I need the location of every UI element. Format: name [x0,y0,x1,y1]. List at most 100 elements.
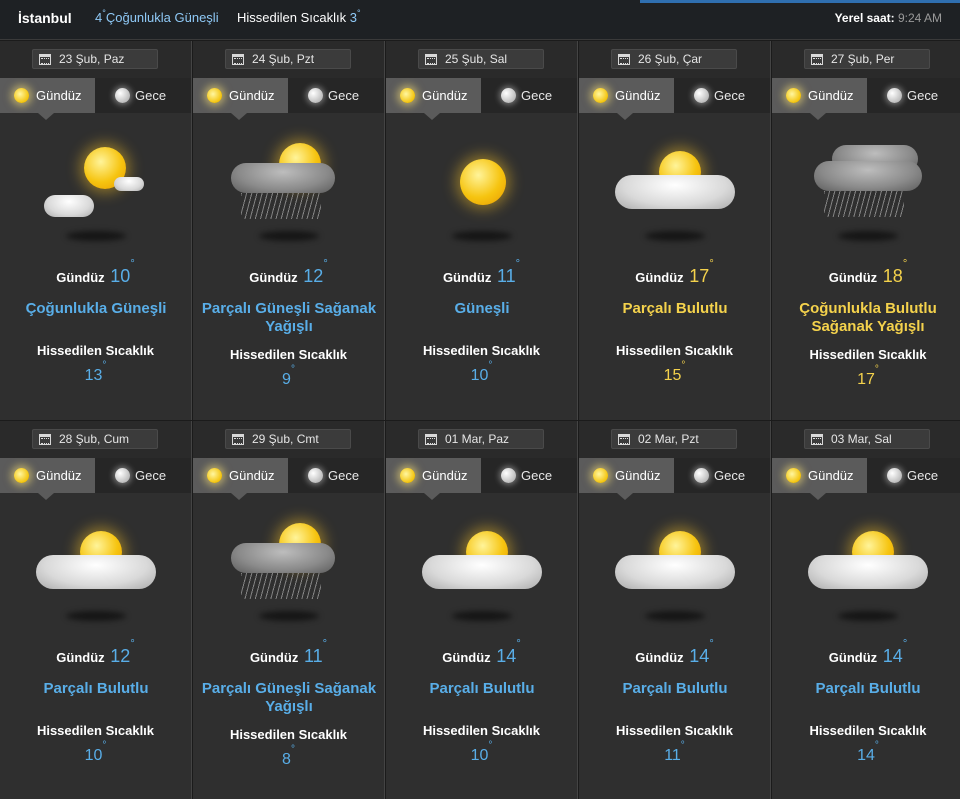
day-night-tabs: Gündüz Gece [579,78,770,120]
tab-night-label: Gece [328,468,360,483]
icon-shadow [645,231,705,241]
temperature-value: 17° [689,258,713,286]
tab-daytime[interactable]: Gündüz [386,78,481,113]
day-night-tabs: Gündüz Gece [0,78,191,120]
date-selector[interactable]: 24 Şub, Pzt [225,49,351,69]
active-tab-pointer [38,113,54,120]
degree-symbol: ° [680,740,685,751]
forecast-card: 25 Şub, Sal Gündüz Gece Gündüz 11° Güneş… [386,41,578,420]
date-selector[interactable]: 28 Şub, Cum [32,429,158,449]
active-tab-pointer [231,113,247,120]
moon-icon [501,468,516,483]
tab-night-label: Gece [907,468,939,483]
date-selector[interactable]: 26 Şub, Çar [611,49,737,69]
temperature-value: 11° [304,638,327,666]
sun-icon [400,88,415,103]
calendar-icon [39,54,51,65]
active-tab-pointer [810,113,826,120]
tab-daytime[interactable]: Gündüz [193,78,288,113]
degree-symbol: ° [515,258,521,270]
temperature-number: 14 [496,646,517,666]
tab-daytime[interactable]: Gündüz [193,458,288,493]
calendar-icon [425,54,437,65]
tab-daytime[interactable]: Gündüz [579,458,674,493]
local-time-label: Yerel saat: [834,11,895,25]
degree-symbol: ° [709,638,714,650]
degree-symbol: ° [681,360,686,371]
daytime-label: Gündüz [828,650,878,665]
degree-symbol: ° [874,364,879,375]
tab-night-label: Gece [521,88,553,103]
feels-like-number: 11 [664,747,681,764]
daytime-temperature: Gündüz 17° [579,258,770,287]
feels-like-value: 8° [193,744,384,769]
calendar-icon [811,54,823,65]
tab-night-label: Gece [135,88,167,103]
feels-like-label: Hissedilen Sıcaklık [422,343,541,358]
calendar-icon [618,434,630,445]
degree-symbol: ° [102,8,106,18]
tab-daytime[interactable]: Gündüz [386,458,481,493]
tab-night[interactable]: Gece [867,78,960,113]
date-label: 01 Mar, Paz [445,432,510,446]
feels-like-value: 17° [772,364,960,389]
active-tab-pointer [424,493,440,500]
calendar-icon [232,54,244,65]
daytime-temperature: Gündüz 14° [386,638,577,667]
date-selector[interactable]: 02 Mar, Pzt [611,429,737,449]
daytime-label: Gündüz [56,650,105,665]
tab-daytime-label: Gündüz [36,468,82,483]
sun-behind-cloud-icon [605,513,745,621]
tab-night[interactable]: Gece [288,458,384,493]
condition-text: Parçalı Bulutlu [429,680,535,697]
moon-icon [308,468,323,483]
feels-like-number: 17 [857,371,875,388]
cloud-shape [615,555,735,589]
tab-night[interactable]: Gece [674,458,770,493]
degree-symbol: ° [488,740,493,751]
date-selector[interactable]: 29 Şub, Cmt [225,429,351,449]
tab-night[interactable]: Gece [95,78,191,113]
degree-symbol: ° [290,364,295,375]
sun-behind-cloud-icon [605,133,745,241]
date-bar: 29 Şub, Cmt [193,421,384,458]
tab-night[interactable]: Gece [481,458,577,493]
tab-night-label: Gece [521,468,553,483]
moon-icon [115,468,130,483]
date-selector[interactable]: 01 Mar, Paz [418,429,544,449]
sun-icon [14,88,29,103]
condition-text: Çoğunlukla Güneşli [25,300,167,317]
tab-night[interactable]: Gece [481,78,577,113]
tab-night[interactable]: Gece [867,458,960,493]
tab-daytime[interactable]: Gündüz [0,458,95,493]
tab-night[interactable]: Gece [288,78,384,113]
daytime-temperature: Gündüz 14° [579,638,770,667]
tab-daytime[interactable]: Gündüz [772,78,867,113]
sun-icon [786,88,801,103]
date-selector[interactable]: 25 Şub, Sal [418,49,544,69]
feels-like-value: 13° [0,360,191,385]
icon-shadow [66,611,126,621]
tab-night[interactable]: Gece [674,78,770,113]
calendar-icon [425,434,437,445]
daytime-label: Gündüz [635,650,684,665]
tab-night[interactable]: Gece [95,458,191,493]
degree-symbol: ° [902,258,908,270]
date-selector[interactable]: 27 Şub, Per [804,49,930,69]
tab-daytime[interactable]: Gündüz [579,78,674,113]
tab-daytime[interactable]: Gündüz [0,78,95,113]
tab-daytime-label: Gündüz [422,468,468,483]
date-bar: 28 Şub, Cum [0,421,191,458]
local-time: Yerel saat: 9:24 AM [835,11,942,25]
tab-daytime-label: Gündüz [808,88,854,103]
tab-daytime[interactable]: Gündüz [772,458,867,493]
date-bar: 24 Şub, Pzt [193,41,384,78]
cloud-shape [36,555,156,589]
temperature-number: 14 [882,646,903,666]
current-condition: Çoğunlukla Güneşli [105,10,219,25]
forecast-card: 24 Şub, Pzt Gündüz Gece Gündüz 12° Parça… [193,41,385,420]
condition-text: Parçalı Güneşli Sağanak Yağışlı [201,680,377,715]
date-bar: 02 Mar, Pzt [579,421,770,458]
date-selector[interactable]: 23 Şub, Paz [32,49,158,69]
date-selector[interactable]: 03 Mar, Sal [804,429,930,449]
